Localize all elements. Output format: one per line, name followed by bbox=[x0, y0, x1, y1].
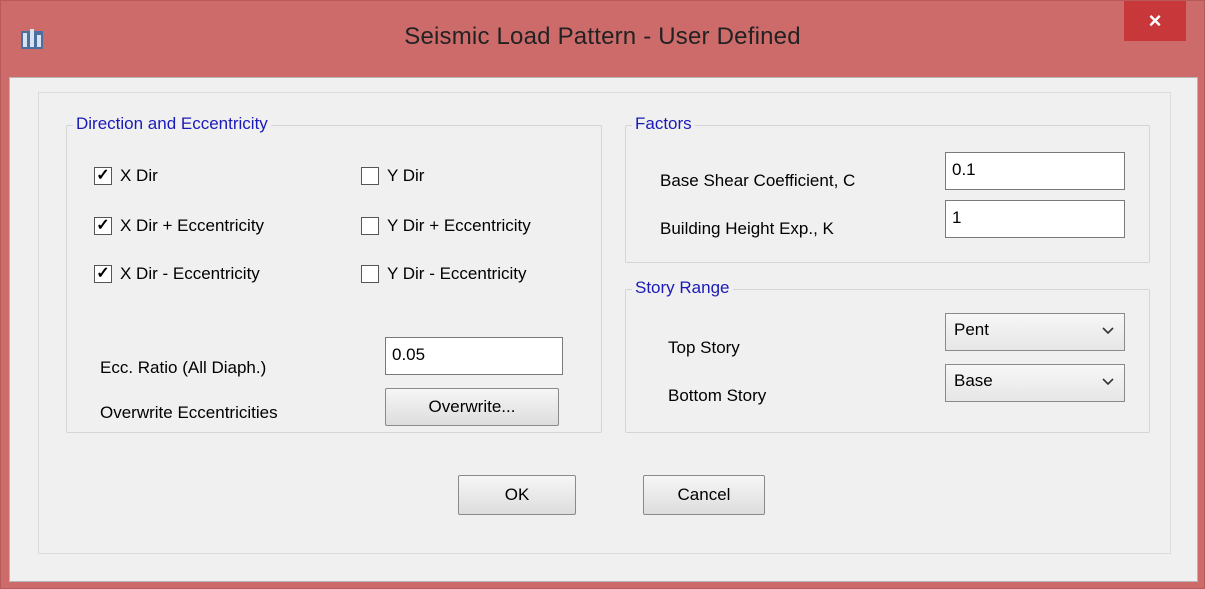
story-range-group: Story Range Top Story Pent Bottom Story … bbox=[625, 278, 1150, 433]
checkbox-x-dir-minus-ecc[interactable]: ✓ X Dir - Eccentricity bbox=[94, 264, 260, 284]
check-icon: ✓ bbox=[94, 167, 112, 185]
dialog-client-area: Direction and Eccentricity ✓ X Dir Y Dir… bbox=[9, 77, 1198, 582]
top-story-value: Pent bbox=[954, 320, 989, 339]
ecc-ratio-input[interactable]: 0.05 bbox=[385, 337, 563, 375]
direction-eccentricity-label: Direction and Eccentricity bbox=[73, 114, 271, 134]
top-story-label: Top Story bbox=[668, 338, 740, 357]
checkbox-label: Y Dir + Eccentricity bbox=[387, 216, 531, 235]
checkbox-x-dir[interactable]: ✓ X Dir bbox=[94, 166, 158, 186]
bottom-story-value: Base bbox=[954, 371, 993, 390]
overwrite-button[interactable]: Overwrite... bbox=[385, 388, 559, 426]
checkbox-label: X Dir + Eccentricity bbox=[120, 216, 265, 235]
checkbox-label: X Dir - Eccentricity bbox=[120, 264, 260, 283]
cancel-button[interactable]: Cancel bbox=[643, 475, 765, 515]
checkbox-y-dir-minus-ecc[interactable]: Y Dir - Eccentricity bbox=[361, 264, 527, 284]
checkbox-y-dir-plus-ecc[interactable]: Y Dir + Eccentricity bbox=[361, 216, 531, 236]
checkbox-label: X Dir bbox=[120, 166, 158, 185]
content-panel: Direction and Eccentricity ✓ X Dir Y Dir… bbox=[38, 92, 1171, 554]
bottom-story-label: Bottom Story bbox=[668, 386, 767, 405]
chevron-down-icon bbox=[1102, 378, 1114, 386]
top-story-select[interactable]: Pent bbox=[945, 313, 1125, 351]
story-range-label: Story Range bbox=[632, 278, 733, 298]
factors-label: Factors bbox=[632, 114, 695, 134]
height-exp-input[interactable]: 1 bbox=[945, 200, 1125, 238]
direction-eccentricity-group: Direction and Eccentricity ✓ X Dir Y Dir… bbox=[66, 114, 602, 433]
close-button[interactable]: × bbox=[1124, 1, 1186, 41]
base-shear-input[interactable]: 0.1 bbox=[945, 152, 1125, 190]
checkbox-label: Y Dir bbox=[387, 166, 425, 185]
overwrite-eccentricities-label: Overwrite Eccentricities bbox=[100, 403, 278, 422]
checkbox-label: Y Dir - Eccentricity bbox=[387, 264, 527, 283]
height-exp-label: Building Height Exp., K bbox=[660, 219, 834, 238]
checkbox-x-dir-plus-ecc[interactable]: ✓ X Dir + Eccentricity bbox=[94, 216, 264, 236]
title-bar[interactable]: Seismic Load Pattern - User Defined × bbox=[1, 1, 1204, 77]
check-icon: ✓ bbox=[94, 217, 112, 235]
bottom-story-select[interactable]: Base bbox=[945, 364, 1125, 402]
factors-group: Factors Base Shear Coefficient, C 0.1 Bu… bbox=[625, 114, 1150, 263]
ecc-ratio-label: Ecc. Ratio (All Diaph.) bbox=[100, 358, 267, 377]
base-shear-label: Base Shear Coefficient, C bbox=[660, 171, 856, 190]
check-icon: ✓ bbox=[94, 265, 112, 283]
chevron-down-icon bbox=[1102, 327, 1114, 335]
dialog-window: Seismic Load Pattern - User Defined × Di… bbox=[0, 0, 1205, 589]
ok-button[interactable]: OK bbox=[458, 475, 576, 515]
checkbox-y-dir[interactable]: Y Dir bbox=[361, 166, 424, 186]
window-title: Seismic Load Pattern - User Defined bbox=[404, 23, 801, 50]
